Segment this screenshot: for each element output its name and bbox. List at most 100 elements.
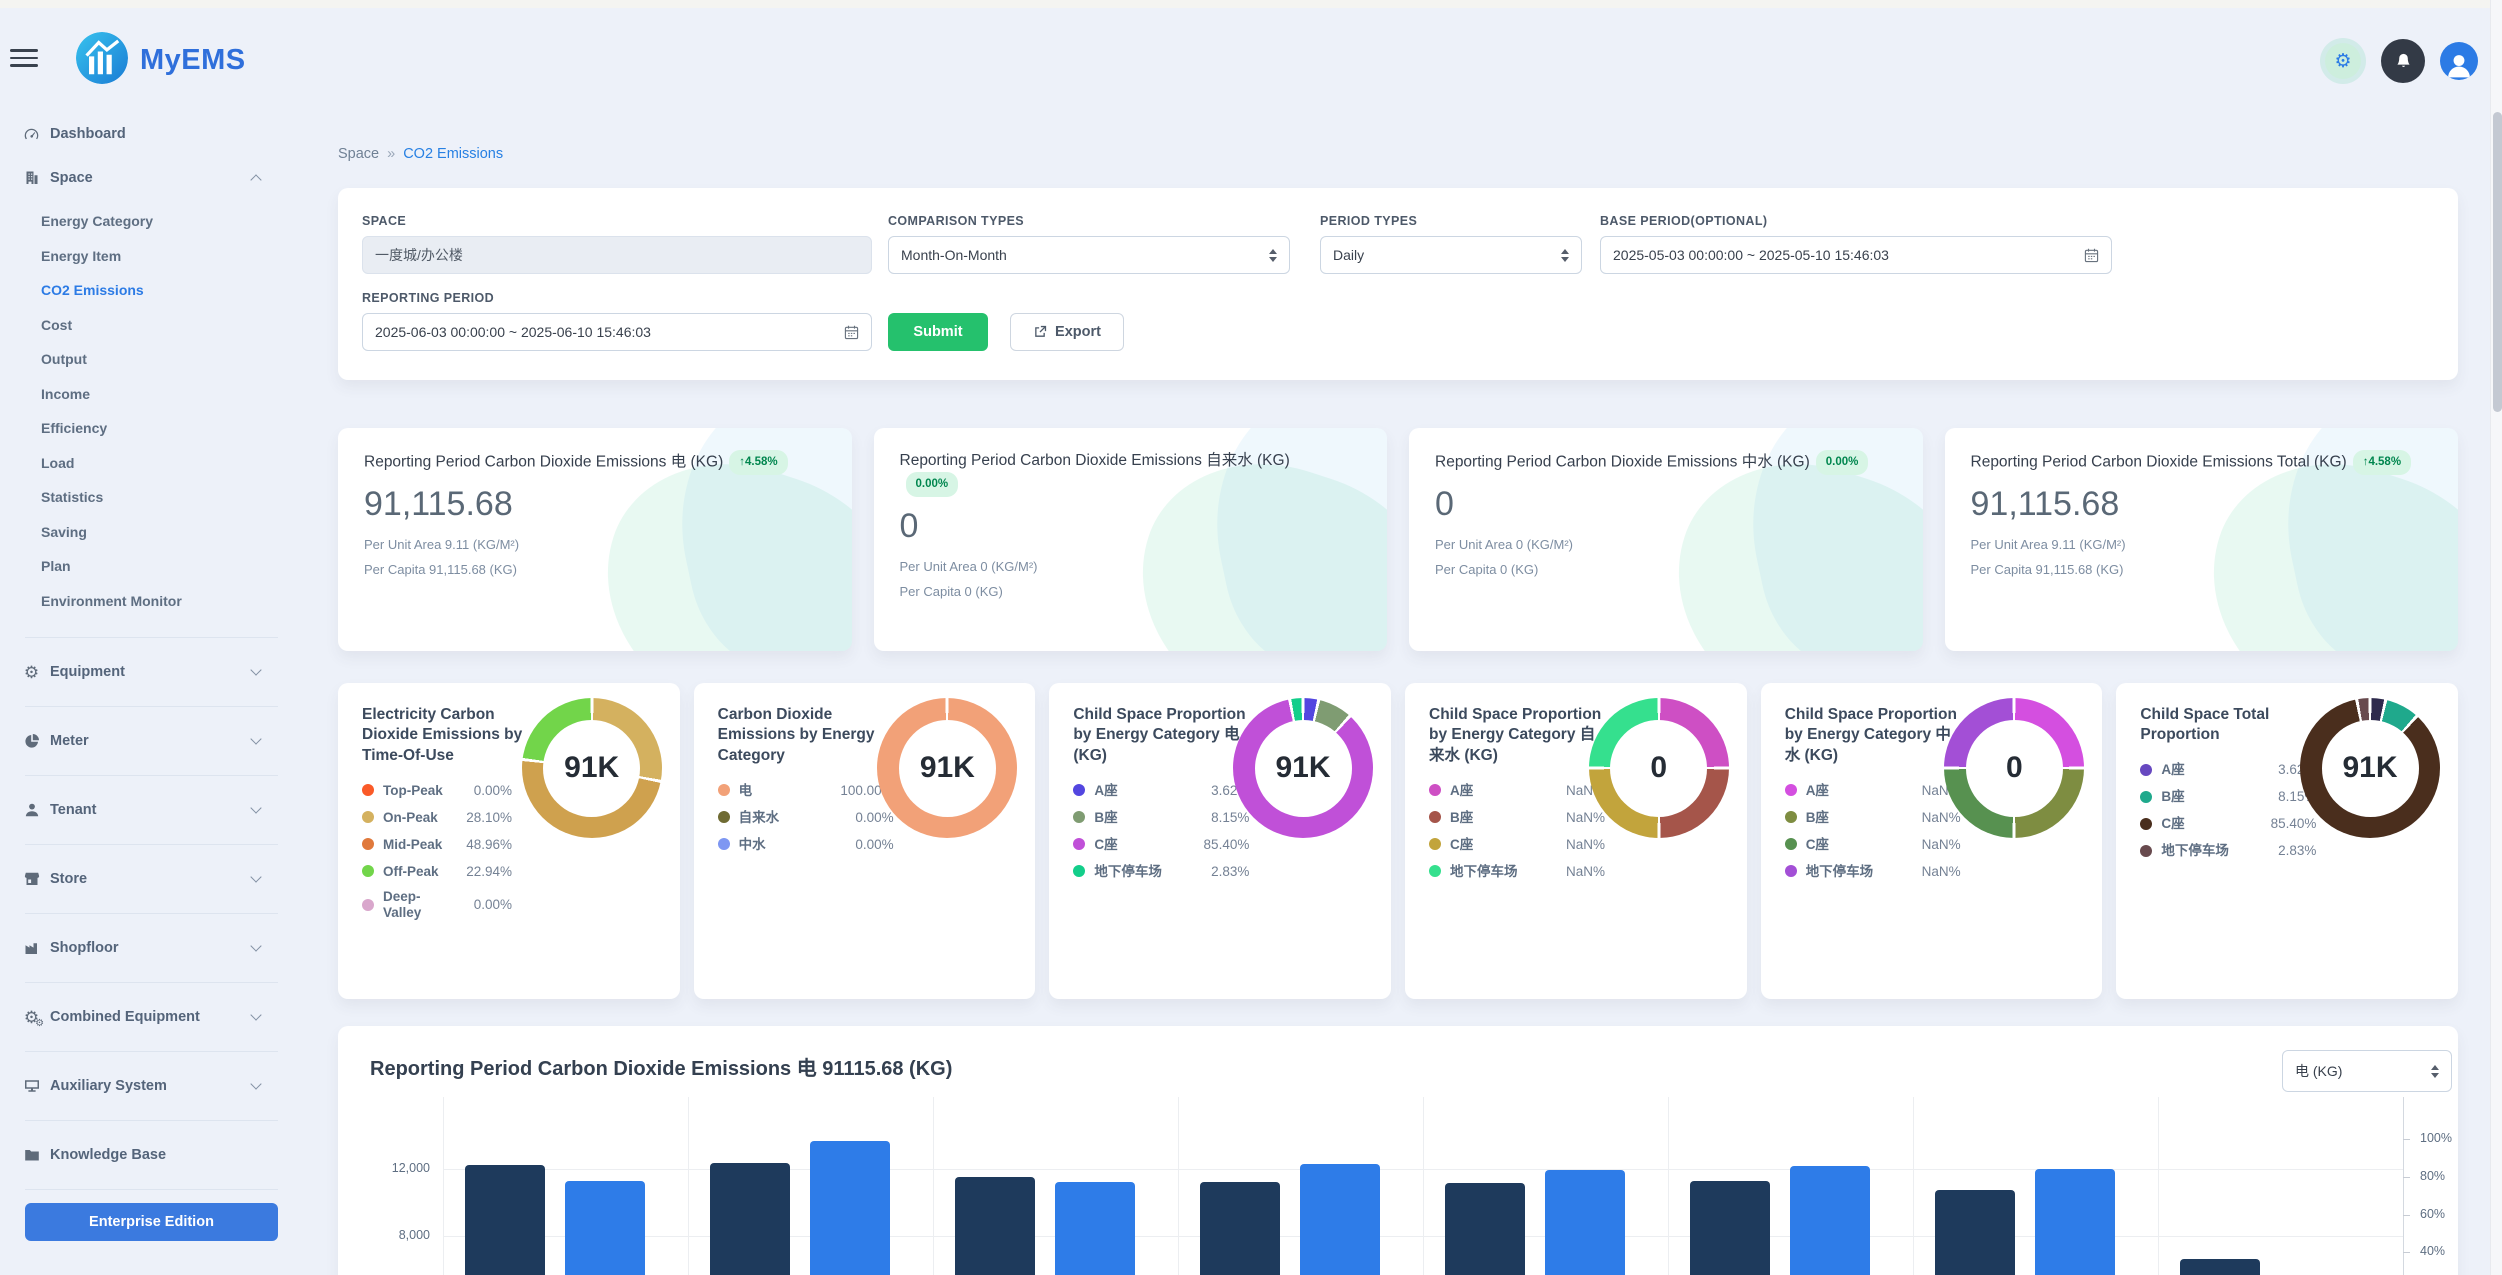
legend-dot xyxy=(1073,838,1085,850)
sidebar-subitem-plan[interactable]: Plan xyxy=(0,549,286,584)
base-period-bar xyxy=(2180,1259,2260,1275)
stat-card-title-text: Reporting Period Carbon Dioxide Emission… xyxy=(1435,453,1810,470)
stat-card-value: 91,115.68 xyxy=(1971,485,2433,524)
legend-label: B座 xyxy=(1806,810,1829,826)
sidebar-divider xyxy=(25,1120,278,1121)
comparison-types-select[interactable]: Month-On-Month xyxy=(888,236,1290,274)
legend-label: Off-Peak xyxy=(383,864,439,880)
export-icon xyxy=(1033,325,1047,339)
sidebar-subitem-statistics[interactable]: Statistics xyxy=(0,480,286,515)
legend-dot xyxy=(1429,838,1441,850)
sidebar-item-label: Knowledge Base xyxy=(50,1147,166,1163)
stat-card-value: 0 xyxy=(1435,485,1897,524)
breadcrumb-space[interactable]: Space xyxy=(338,146,379,162)
stat-card: Reporting Period Carbon Dioxide Emission… xyxy=(338,428,852,651)
legend-label: On-Peak xyxy=(383,810,438,826)
legend-label: 地下停车场 xyxy=(1450,864,1518,880)
sidebar-subitem-cost[interactable]: Cost xyxy=(0,308,286,343)
stat-per-capita: Per Capita 91,115.68 (KG) xyxy=(364,562,826,577)
sidebar-subitem-energy-category[interactable]: Energy Category xyxy=(0,204,286,239)
sidebar-item-label: Shopfloor xyxy=(50,940,118,956)
legend-dot xyxy=(1073,811,1085,823)
base-period-bar xyxy=(1200,1182,1280,1275)
hamburger-menu-icon[interactable] xyxy=(10,49,38,67)
window-top-strip xyxy=(0,0,2502,8)
breadcrumb-co2-emissions[interactable]: CO2 Emissions xyxy=(403,146,503,162)
sidebar-subitem-environment-monitor[interactable]: Environment Monitor xyxy=(0,584,286,619)
settings-gear-icon[interactable]: ⚙ xyxy=(2320,38,2366,84)
submit-button[interactable]: Submit xyxy=(888,313,988,351)
stat-card: Reporting Period Carbon Dioxide Emission… xyxy=(1409,428,1923,651)
stat-card-title-text: Reporting Period Carbon Dioxide Emission… xyxy=(1971,453,2347,470)
person-icon xyxy=(22,802,41,818)
sidebar-item-meter[interactable]: Meter xyxy=(0,720,286,762)
export-label: Export xyxy=(1055,324,1101,340)
sidebar-item-space[interactable]: Space xyxy=(0,156,286,200)
legend-item: A座3.62% xyxy=(2140,761,2316,779)
stat-per-capita: Per Capita 0 (KG) xyxy=(900,584,1362,599)
reporting-period-input[interactable]: 2025-06-03 00:00:00 ~ 2025-06-10 15:46:0… xyxy=(362,313,872,351)
notification-bell-icon[interactable] xyxy=(2381,39,2425,83)
legend-label: B座 xyxy=(1450,810,1473,826)
sidebar-subitem-energy-item[interactable]: Energy Item xyxy=(0,239,286,274)
legend-dot xyxy=(2140,791,2152,803)
sidebar-item-store[interactable]: Store xyxy=(0,858,286,900)
donut-card: Child Space Total Proportion91KA座3.62%B座… xyxy=(2116,683,2458,999)
sidebar-item-dashboard[interactable]: Dashboard xyxy=(0,112,286,156)
export-button[interactable]: Export xyxy=(1010,313,1124,351)
sidebar-divider xyxy=(25,844,278,845)
scrollbar-thumb[interactable] xyxy=(2493,112,2502,412)
user-avatar[interactable] xyxy=(2440,42,2478,80)
legend-label: 电 xyxy=(739,783,753,799)
donut-center-value: 91K xyxy=(899,720,996,817)
legend-value: 22.94% xyxy=(466,864,512,879)
main-content: Space»CO2 Emissions SPACE 一度城/办公楼 COMPAR… xyxy=(286,112,2502,1275)
legend-value: 85.40% xyxy=(1204,837,1250,852)
y-axis-left-tick: 12,000 xyxy=(346,1161,430,1175)
legend-value: 85.40% xyxy=(2271,816,2317,831)
sidebar-subitem-income[interactable]: Income xyxy=(0,377,286,412)
stat-card-title-text: Reporting Period Carbon Dioxide Emission… xyxy=(364,453,723,470)
sidebar-divider xyxy=(25,706,278,707)
sidebar-subitem-output[interactable]: Output xyxy=(0,342,286,377)
enterprise-edition-button[interactable]: Enterprise Edition xyxy=(25,1203,278,1241)
sidebar-subitem-efficiency[interactable]: Efficiency xyxy=(0,411,286,446)
donut-card: Child Space Proportion by Energy Categor… xyxy=(1405,683,1747,999)
legend-value: 8.15% xyxy=(1211,810,1249,825)
chevron-down-icon xyxy=(250,1009,261,1020)
sidebar-item-auxiliary-system[interactable]: Auxiliary System xyxy=(0,1065,286,1107)
sidebar-item-equipment[interactable]: ⚙Equipment xyxy=(0,651,286,693)
stat-card-badge: ↑4.58% xyxy=(729,450,787,475)
legend-item: B座NaN% xyxy=(1429,808,1605,826)
sidebar-item-label: Space xyxy=(50,170,93,186)
myems-logo[interactable] xyxy=(76,32,128,84)
period-types-select[interactable]: Daily xyxy=(1320,236,1582,274)
donut-ring: 0 xyxy=(1944,698,2084,838)
sidebar-item-shopfloor[interactable]: Shopfloor xyxy=(0,927,286,969)
select-arrows-icon xyxy=(1269,249,1277,262)
sidebar-subitem-load[interactable]: Load xyxy=(0,446,286,481)
unit-select-value: 电 (KG) xyxy=(2295,1061,2342,1081)
base-period-input[interactable]: 2025-05-03 00:00:00 ~ 2025-05-10 15:46:0… xyxy=(1600,236,2112,274)
legend-dot xyxy=(718,838,730,850)
space-input[interactable]: 一度城/办公楼 xyxy=(362,236,872,274)
sidebar-subitem-co2-emissions[interactable]: CO2 Emissions xyxy=(0,273,286,308)
bar-plot xyxy=(443,1097,2403,1275)
legend-value: NaN% xyxy=(1922,837,1961,852)
stat-card-title: Reporting Period Carbon Dioxide Emission… xyxy=(1971,450,2413,475)
chevron-up-icon xyxy=(250,174,261,185)
reporting-period-bar xyxy=(810,1141,890,1275)
chevron-down-icon xyxy=(250,664,261,675)
donut-center-value: 91K xyxy=(1255,720,1352,817)
sidebar-item-tenant[interactable]: Tenant xyxy=(0,789,286,831)
legend-item: C座85.40% xyxy=(2140,815,2316,833)
sidebar-divider xyxy=(25,1051,278,1052)
sidebar-item-knowledge-base[interactable]: Knowledge Base xyxy=(0,1134,286,1176)
unit-select[interactable]: 电 (KG) xyxy=(2282,1050,2452,1092)
sidebar-subitem-saving[interactable]: Saving xyxy=(0,515,286,550)
legend-item: B座8.15% xyxy=(2140,788,2316,806)
legend-dot xyxy=(362,838,374,850)
legend-label: C座 xyxy=(1450,837,1473,853)
sidebar-item-combined-equipment[interactable]: ⚙⚙Combined Equipment xyxy=(0,996,286,1038)
monitor-icon xyxy=(22,1078,41,1094)
